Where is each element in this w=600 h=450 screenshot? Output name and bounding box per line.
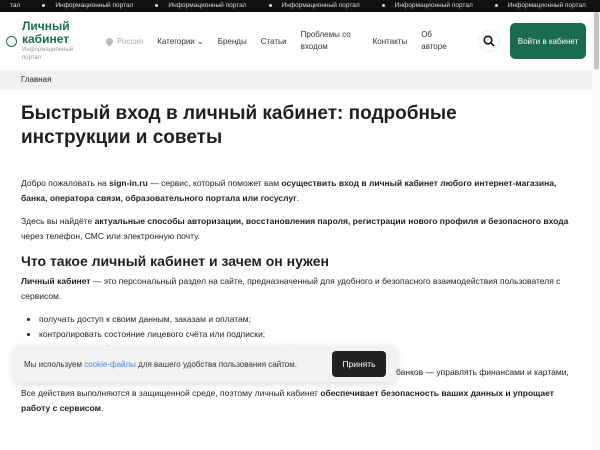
bullet-icon (268, 3, 272, 7)
nav-login-problems[interactable]: Проблемы со входом (301, 29, 359, 53)
search-icon (483, 35, 495, 47)
section-heading: Что такое личный кабинет и зачем он нуже… (21, 253, 330, 269)
logo-title: Личный кабинет (22, 19, 70, 46)
site-header: Личный кабинет Информационный портал Рос… (0, 12, 600, 70)
logo-subtitle: Информационный портал (22, 47, 74, 61)
accept-cookies-button[interactable]: Принять (332, 351, 386, 377)
chevron-down-icon: ⌄ (197, 36, 204, 46)
login-button[interactable]: Войти в кабинет (510, 23, 586, 59)
ticker-item: Информационный портал (55, 2, 134, 9)
cookie-banner: Мы используем cookie-файлы для вашего уд… (14, 346, 396, 382)
location-pin-icon (104, 36, 115, 46)
bullet-icon (381, 3, 385, 7)
bullet-icon (494, 3, 498, 7)
ticker-item: Информационный портал (394, 2, 473, 9)
search-button[interactable] (478, 30, 500, 52)
nav-contacts[interactable]: Контакты (373, 37, 408, 46)
cookie-link[interactable]: cookie-файлы (84, 360, 136, 369)
features-paragraph: Здесь вы найдёте актуальные способы авто… (21, 216, 569, 241)
definition-paragraph: Личный кабинет — это персональный раздел… (21, 276, 561, 301)
breadcrumb-home[interactable]: Главная (21, 75, 51, 84)
nav-articles[interactable]: Статьи (261, 37, 287, 46)
ticker-item: Информационный портал (281, 2, 360, 9)
region-selector[interactable]: Россия (104, 36, 144, 46)
list-item: контролировать состояние лицевого счёта … (39, 327, 570, 342)
ticker: тал Информационный портал Информационный п… (0, 0, 600, 12)
scrollbar-thumb[interactable] (594, 12, 599, 70)
nav-categories[interactable]: Категории ⌄ (157, 37, 203, 46)
logo[interactable]: Личный кабинет Информационный портал (6, 20, 106, 62)
user-icon (6, 35, 17, 47)
cookie-text: Мы используем cookie-файлы для вашего уд… (24, 359, 297, 369)
ticker-item: Информационный портал (507, 2, 586, 9)
bullet-icon (42, 3, 46, 7)
nav-brands[interactable]: Бренды (218, 37, 247, 46)
breadcrumb[interactable]: Главная (0, 70, 592, 90)
nav-about[interactable]: Об автоpе (421, 29, 449, 53)
page-title: Быстрый вход в личный кабинет: подробные… (21, 103, 457, 148)
security-paragraph: Все действия выполняются в защищенной ср… (21, 388, 554, 413)
bullet-icon (155, 3, 159, 7)
ticker-item: Информационный портал (168, 2, 247, 9)
ticker-fragment: тал (10, 2, 21, 9)
intro-paragraph: Добро пожаловать на sign-in.ru — сервис,… (21, 178, 557, 203)
nav-categories-label: Категории (157, 36, 195, 46)
scrollbar[interactable] (592, 12, 600, 450)
list-item: получать доступ к своим данным, заказам … (39, 312, 570, 327)
region-label: Россия (117, 36, 144, 46)
